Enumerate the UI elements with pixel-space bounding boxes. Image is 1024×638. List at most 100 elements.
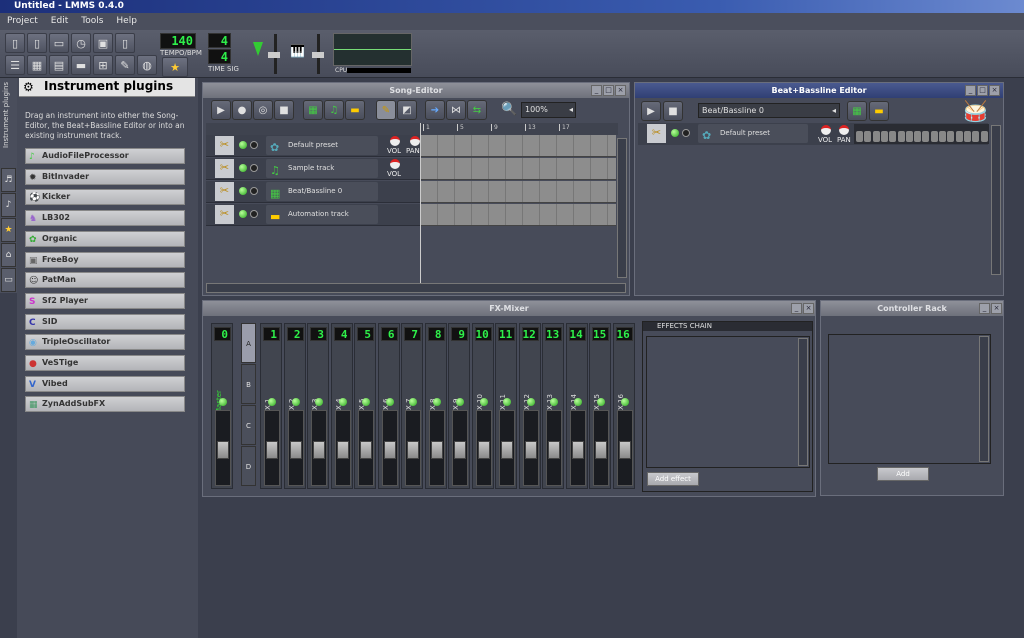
mute-led[interactable] bbox=[239, 141, 247, 149]
pattern-area[interactable] bbox=[421, 158, 616, 180]
volume-fader[interactable] bbox=[499, 410, 515, 486]
stop-behaviour-button[interactable]: ⇆ bbox=[467, 100, 487, 120]
track-tools-icon[interactable]: ✂ bbox=[215, 159, 234, 178]
fx-channel[interactable]: 6 FX 6 bbox=[377, 323, 400, 489]
project-notes-button[interactable]: ✎ bbox=[115, 55, 135, 75]
edit-mode-button[interactable]: ◩ bbox=[397, 100, 417, 120]
minimize-button[interactable]: _ bbox=[591, 85, 602, 96]
tab-my-samples[interactable]: ♪ bbox=[1, 193, 16, 217]
song-editor-titlebar[interactable]: Song-Editor bbox=[203, 83, 629, 98]
vertical-scrollbar[interactable] bbox=[617, 138, 627, 278]
fader-handle[interactable] bbox=[336, 441, 349, 459]
plugin-item[interactable]: C SID bbox=[25, 313, 185, 330]
close-button[interactable]: × bbox=[989, 85, 1000, 96]
automation-editor-button[interactable]: ▬ bbox=[71, 55, 91, 75]
volume-fader[interactable] bbox=[405, 410, 421, 486]
save-button[interactable]: ▣ bbox=[93, 33, 113, 53]
step-button[interactable] bbox=[914, 131, 922, 142]
piano-roll-button[interactable]: ▤ bbox=[49, 55, 69, 75]
track-tools-icon[interactable]: ✂ bbox=[647, 124, 666, 143]
plugin-item[interactable]: ● VeSTige bbox=[25, 355, 185, 371]
track-tools-icon[interactable]: ✂ bbox=[215, 136, 234, 155]
add-effect-button[interactable]: Add effect bbox=[647, 472, 699, 486]
step-button[interactable] bbox=[947, 131, 955, 142]
close-button[interactable]: × bbox=[991, 303, 1002, 314]
fader-handle[interactable] bbox=[266, 441, 278, 459]
bank-tab-b[interactable]: B bbox=[241, 364, 256, 404]
mute-led[interactable] bbox=[338, 398, 347, 406]
fx-channel[interactable]: 13 FX 13 bbox=[542, 323, 564, 489]
export-button[interactable]: ▯ bbox=[115, 33, 135, 53]
fader-handle[interactable] bbox=[595, 441, 607, 459]
step-button[interactable] bbox=[897, 131, 905, 142]
controller-rack-titlebar[interactable]: Controller Rack bbox=[821, 301, 1003, 316]
beat-bassline-button[interactable]: ▦ bbox=[27, 55, 47, 75]
auto-scroll-button[interactable]: ➔ bbox=[425, 100, 445, 120]
fx-channel[interactable]: 4 FX 4 bbox=[330, 323, 353, 489]
volume-fader[interactable] bbox=[264, 410, 280, 486]
volume-fader[interactable] bbox=[311, 410, 327, 486]
minimize-button[interactable]: _ bbox=[965, 85, 976, 96]
fader-handle[interactable] bbox=[548, 441, 560, 459]
tempo-display[interactable]: 140 bbox=[160, 33, 196, 49]
mute-led[interactable] bbox=[479, 398, 488, 406]
plugin-item[interactable]: ⚽ Kicker bbox=[25, 189, 185, 206]
volume-fader[interactable] bbox=[593, 410, 609, 486]
bank-tab-a[interactable]: A bbox=[241, 323, 256, 363]
add-controller-button[interactable]: Add bbox=[877, 467, 929, 481]
fx-mixer-button[interactable]: ⊞ bbox=[93, 55, 113, 75]
fader-handle[interactable] bbox=[313, 441, 325, 459]
mute-led[interactable] bbox=[239, 187, 247, 195]
step-button[interactable] bbox=[930, 131, 938, 142]
fader-handle[interactable] bbox=[383, 441, 396, 459]
fader-handle[interactable] bbox=[477, 441, 490, 459]
open-button[interactable]: ▭ bbox=[49, 33, 69, 53]
volume-fader[interactable] bbox=[334, 410, 351, 486]
fx-channel[interactable]: 9 FX 9 bbox=[448, 323, 470, 489]
fx-channel[interactable]: 3 FX 3 bbox=[307, 323, 329, 489]
plugin-item[interactable]: V Vibed bbox=[25, 375, 185, 392]
track-tools-icon[interactable]: ✂ bbox=[215, 205, 234, 224]
mute-led[interactable] bbox=[219, 398, 227, 406]
minimize-button[interactable]: _ bbox=[979, 303, 990, 314]
solo-button[interactable] bbox=[682, 129, 690, 137]
draw-mode-button[interactable]: ✎ bbox=[376, 100, 396, 120]
mute-led[interactable] bbox=[315, 398, 323, 406]
pan-knob[interactable] bbox=[410, 136, 420, 146]
volume-fader[interactable] bbox=[475, 410, 492, 486]
fader-handle[interactable] bbox=[524, 441, 537, 459]
pattern-area[interactable] bbox=[421, 135, 616, 157]
mute-led[interactable] bbox=[456, 398, 464, 406]
add-bb-track-button[interactable]: ▦ bbox=[303, 100, 323, 120]
master-pitch-handle[interactable] bbox=[312, 52, 324, 58]
fx-channel[interactable]: 16 FX 16 bbox=[612, 323, 635, 489]
mute-led[interactable] bbox=[239, 210, 247, 218]
fx-channel[interactable]: 2 FX 2 bbox=[283, 323, 306, 489]
close-button[interactable]: × bbox=[803, 303, 814, 314]
tab-my-home[interactable]: ⌂ bbox=[1, 243, 16, 267]
step-button[interactable] bbox=[922, 131, 930, 142]
fader-handle[interactable] bbox=[501, 441, 513, 459]
track-name-button[interactable]: ♫ Sample track bbox=[266, 159, 378, 178]
track-name-button[interactable]: ▬ Automation track bbox=[266, 205, 378, 224]
fx-channel[interactable]: 1 FX 1 bbox=[260, 323, 282, 489]
new-from-template-button[interactable]: ▯ bbox=[27, 33, 47, 53]
solo-button[interactable] bbox=[250, 187, 258, 195]
bb-editor-titlebar[interactable]: Beat+Bassline Editor bbox=[635, 83, 1003, 98]
fader-handle[interactable] bbox=[289, 441, 302, 459]
timesig-denominator[interactable]: 4 bbox=[208, 49, 231, 64]
plugin-item[interactable]: ▣ FreeBoy bbox=[25, 251, 185, 268]
fader-handle[interactable] bbox=[618, 441, 631, 459]
fx-channel[interactable]: 14 FX 14 bbox=[565, 323, 588, 489]
fx-channel[interactable]: 15 FX 15 bbox=[589, 323, 611, 489]
master-channel[interactable]: 0 Master bbox=[211, 323, 233, 489]
track-name-button[interactable]: ✿ Default preset bbox=[266, 136, 378, 155]
fx-mixer-titlebar[interactable]: FX-Mixer bbox=[203, 301, 815, 316]
volume-knob[interactable] bbox=[821, 125, 831, 135]
step-button[interactable] bbox=[864, 131, 872, 142]
mute-led[interactable] bbox=[550, 398, 558, 406]
minimize-button[interactable]: _ bbox=[791, 303, 802, 314]
fx-channel[interactable]: 7 FX 7 bbox=[401, 323, 423, 489]
timeline[interactable]: 1 5 9 13 17 bbox=[206, 123, 618, 135]
solo-button[interactable] bbox=[250, 210, 258, 218]
